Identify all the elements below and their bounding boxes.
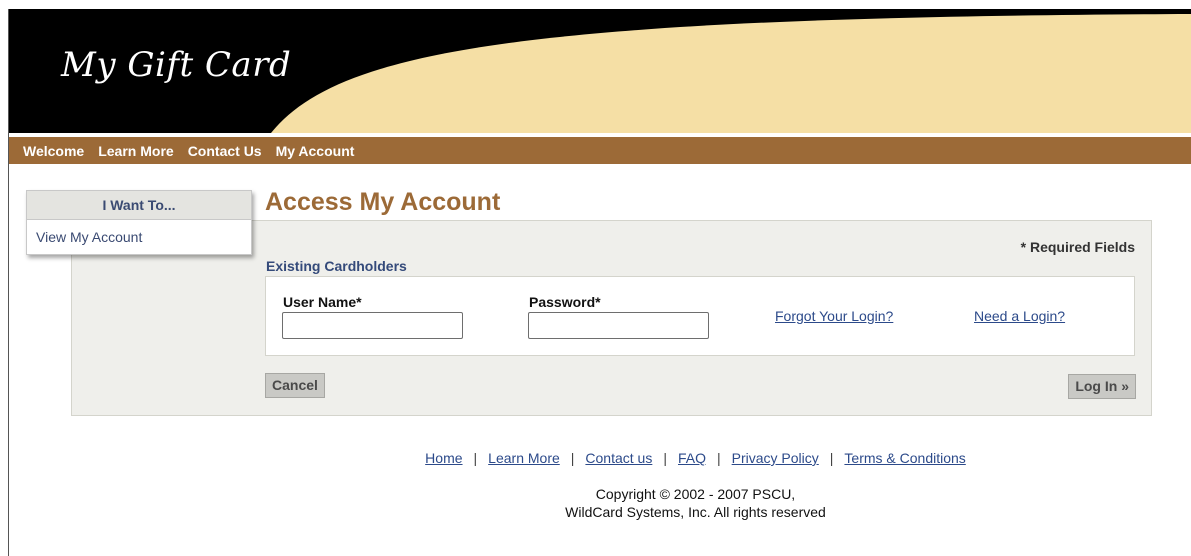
footer-separator: |	[663, 450, 667, 466]
main-nav: Welcome Learn More Contact Us My Account	[9, 137, 1191, 164]
footer-separator: |	[717, 450, 721, 466]
username-input[interactable]	[282, 312, 463, 339]
password-input[interactable]	[528, 312, 709, 339]
copyright-line-2: WildCard Systems, Inc. All rights reserv…	[565, 504, 826, 520]
page-title: Access My Account	[265, 188, 501, 216]
footer-links: Home | Learn More | Contact us | FAQ | Privacy P…	[0, 450, 1191, 466]
login-button[interactable]: Log In »	[1068, 374, 1136, 399]
footer-link-terms-conditions[interactable]: Terms & Conditions	[844, 450, 965, 466]
site-logo[interactable]: My Gift Card	[61, 45, 291, 85]
username-label: User Name*	[283, 294, 362, 310]
footer-separator: |	[570, 450, 575, 466]
cancel-button[interactable]: Cancel	[265, 373, 325, 398]
footer-link-home[interactable]: Home	[425, 450, 462, 466]
nav-learn-more[interactable]: Learn More	[98, 143, 173, 159]
copyright-notice: Copyright © 2002 - 2007 PSCU, WildCard S…	[0, 485, 1191, 521]
header-banner: My Gift Card	[9, 9, 1191, 133]
footer-separator: |	[829, 450, 834, 466]
footer-link-faq[interactable]: FAQ	[678, 450, 706, 466]
required-fields-note: * Required Fields	[1020, 239, 1135, 255]
footer-separator: |	[473, 450, 478, 466]
existing-cardholders-heading: Existing Cardholders	[266, 258, 407, 274]
nav-contact-us[interactable]: Contact Us	[188, 143, 262, 159]
copyright-line-1: Copyright © 2002 - 2007 PSCU,	[595, 486, 796, 502]
footer-link-privacy-policy[interactable]: Privacy Policy	[732, 450, 819, 466]
login-form-box: User Name* Password* Forgot Your Login? …	[265, 276, 1135, 356]
footer-link-contact-us[interactable]: Contact us	[585, 450, 652, 466]
sidebar-title: I Want To...	[27, 191, 251, 220]
forgot-login-link[interactable]: Forgot Your Login?	[775, 308, 893, 324]
password-label: Password*	[529, 294, 601, 310]
footer-link-learn-more[interactable]: Learn More	[488, 450, 560, 466]
need-login-link[interactable]: Need a Login?	[974, 308, 1065, 324]
nav-my-account[interactable]: My Account	[276, 143, 355, 159]
i-want-to-menu: I Want To... View My Account	[26, 190, 252, 255]
nav-welcome[interactable]: Welcome	[23, 143, 84, 159]
sidebar-item-view-my-account[interactable]: View My Account	[27, 220, 251, 254]
